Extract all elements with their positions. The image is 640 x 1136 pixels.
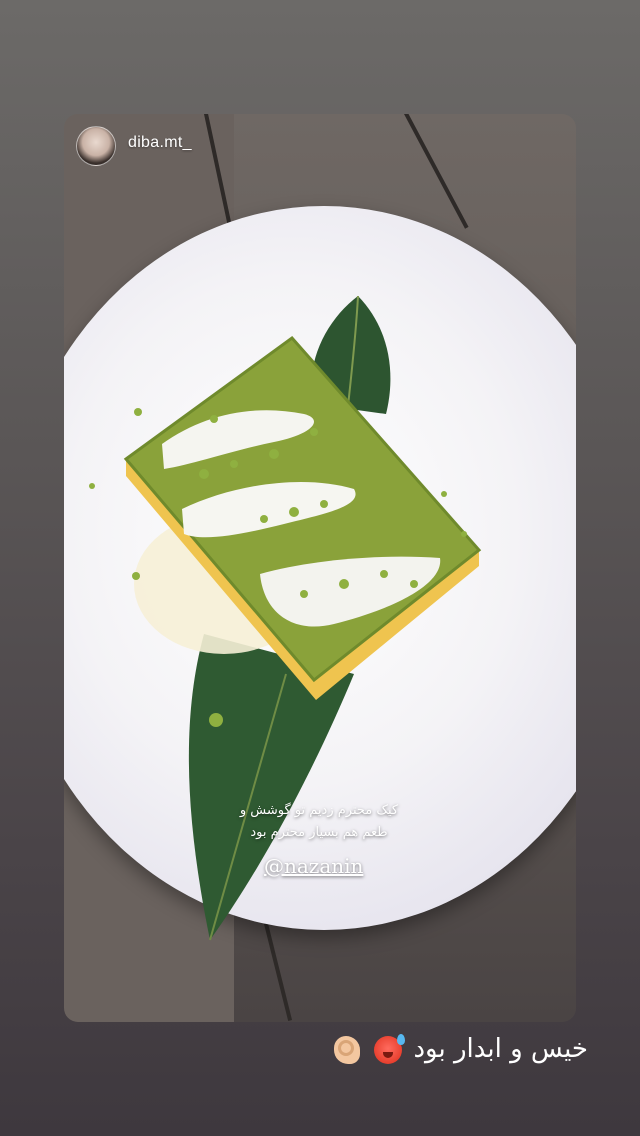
footer-caption: خیس و ابدار بود xyxy=(331,1033,588,1064)
mention-sticker[interactable]: @nazanin xyxy=(264,854,363,878)
cake-photo xyxy=(89,295,482,941)
caption-line-1: کیک محترم زدیم تو گوشش و xyxy=(239,803,399,818)
story-username[interactable]: diba.mt_ xyxy=(128,134,192,152)
pinching-hand-emoji-icon xyxy=(333,1035,360,1064)
caption-line-2: طعم هم بسیار محترم بود xyxy=(250,825,388,840)
hot-face-emoji-icon xyxy=(374,1033,406,1064)
footer-text: خیس و ابدار بود xyxy=(413,1034,588,1064)
story-card[interactable]: diba.mt_ کیک محترم زدیم تو گوشش و طعم هم… xyxy=(64,114,576,1022)
story-caption: کیک محترم زدیم تو گوشش و طعم هم بسیار مح… xyxy=(194,800,444,844)
profile-avatar[interactable] xyxy=(76,126,116,166)
